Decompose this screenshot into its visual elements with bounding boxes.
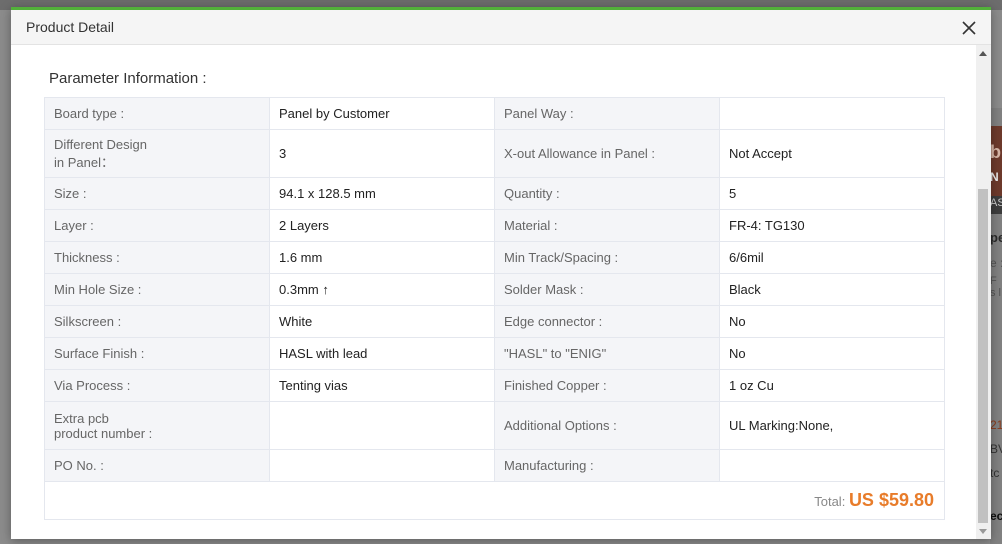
param-value: 6/6mil xyxy=(719,241,945,274)
param-value: Panel by Customer xyxy=(269,97,495,130)
param-value: No xyxy=(719,337,945,370)
param-value: HASL with lead xyxy=(269,337,495,370)
param-label: Edge connector : xyxy=(494,305,720,338)
background-text-fragment: ec xyxy=(990,509,1002,523)
total-row: Total: US $59.80 xyxy=(44,481,945,520)
param-value xyxy=(719,97,945,130)
param-label: Material : xyxy=(494,209,720,242)
param-label: Solder Mask : xyxy=(494,273,720,306)
param-row: Layer :2 Layers Material : FR-4: TG130 xyxy=(44,209,945,242)
product-detail-modal: Product Detail Parameter Information : B… xyxy=(11,7,991,539)
background-text-fragment: tc xyxy=(990,466,1000,480)
param-label: Finished Copper : xyxy=(494,369,720,402)
param-value xyxy=(269,449,495,482)
param-label: "HASL" to "ENIG" xyxy=(494,337,720,370)
param-value: FR-4: TG130 xyxy=(719,209,945,242)
modal-header: Product Detail xyxy=(11,10,991,45)
param-row: Extra pcb product number : Additional Opti… xyxy=(44,401,945,450)
modal-title: Product Detail xyxy=(26,19,114,35)
background-text-fragment: AS xyxy=(990,197,1002,209)
param-label: Panel Way : xyxy=(494,97,720,130)
param-value: No xyxy=(719,305,945,338)
param-value xyxy=(269,401,495,450)
param-value: UL Marking:None, xyxy=(719,401,945,450)
param-value: White xyxy=(269,305,495,338)
param-label: Different Design in Panel： xyxy=(44,129,270,178)
param-value: Black xyxy=(719,273,945,306)
close-button[interactable] xyxy=(957,16,981,40)
param-label: Min Hole Size : xyxy=(44,273,270,306)
param-label: Min Track/Spacing : xyxy=(494,241,720,274)
param-row: Different Design in Panel： 3 X-out Allowanc… xyxy=(44,129,945,178)
total-amount: US $59.80 xyxy=(848,490,934,510)
close-icon xyxy=(957,16,981,40)
background-text-fragment: F xyxy=(990,275,997,287)
param-row: Silkscreen : White Edge connector : No xyxy=(44,305,945,338)
param-label: Board type : xyxy=(44,97,270,130)
param-label: PO No. : xyxy=(44,449,270,482)
background-text-fragment: s l xyxy=(990,287,1001,299)
scrollbar-thumb[interactable] xyxy=(978,189,988,523)
param-row: Board type : Panel by Customer Panel Way : xyxy=(44,97,945,130)
param-value: 1 oz Cu xyxy=(719,369,945,402)
total-label: Total: xyxy=(814,494,846,509)
param-row: Min Hole Size :0.3mm ↑ Solder Mask : Black xyxy=(44,273,945,306)
param-row: PO No. : Manufacturing : xyxy=(44,449,945,482)
param-value xyxy=(719,449,945,482)
scroll-up-icon[interactable] xyxy=(979,51,987,56)
background-text-fragment: e : xyxy=(990,256,1002,270)
section-title: Parameter Information : xyxy=(49,70,207,87)
param-label: Via Process : xyxy=(44,369,270,402)
background-text-fragment: BV xyxy=(990,442,1002,456)
param-label: Extra pcb product number : xyxy=(44,401,270,450)
param-row: Via Process : Tenting vias Finished Copper… xyxy=(44,369,945,402)
param-row: Thickness :1.6 mm Min Track/Spacing :6/6m… xyxy=(44,241,945,274)
param-label: Layer : xyxy=(44,209,270,242)
total-cell: Total: US $59.80 xyxy=(44,481,945,520)
param-row: Size :94.1 x 128.5 mm Quantity :5 xyxy=(44,177,945,210)
param-label: Surface Finish : xyxy=(44,337,270,370)
param-value: 3 xyxy=(269,129,495,178)
scroll-down-icon[interactable] xyxy=(979,529,987,534)
background-text-fragment: 21 xyxy=(990,418,1002,432)
param-label: Quantity : xyxy=(494,177,720,210)
param-value: Tenting vias xyxy=(269,369,495,402)
param-value: 5 xyxy=(719,177,945,210)
param-value: 0.3mm ↑ xyxy=(269,273,495,306)
parameter-table: Board type : Panel by Customer Panel Way :… xyxy=(44,97,945,520)
param-label: Thickness : xyxy=(44,241,270,274)
param-label: Additional Options : xyxy=(494,401,720,450)
modal-scrollbar[interactable] xyxy=(976,45,991,539)
background-text-fragment: pe xyxy=(990,230,1002,245)
param-value: 2 Layers xyxy=(269,209,495,242)
param-value: Not Accept xyxy=(719,129,945,178)
background-text-fragment: N xyxy=(990,170,999,184)
param-value: 94.1 x 128.5 mm xyxy=(269,177,495,210)
param-row: Surface Finish : HASL with lead "HASL" to … xyxy=(44,337,945,370)
param-label: Silkscreen : xyxy=(44,305,270,338)
param-value: 1.6 mm xyxy=(269,241,495,274)
param-label: X-out Allowance in Panel : xyxy=(494,129,720,178)
param-label: Size : xyxy=(44,177,270,210)
modal-body: Parameter Information : Board type : Pane… xyxy=(11,45,976,539)
background-text-fragment: bl xyxy=(990,142,1002,162)
param-label: Manufacturing : xyxy=(494,449,720,482)
